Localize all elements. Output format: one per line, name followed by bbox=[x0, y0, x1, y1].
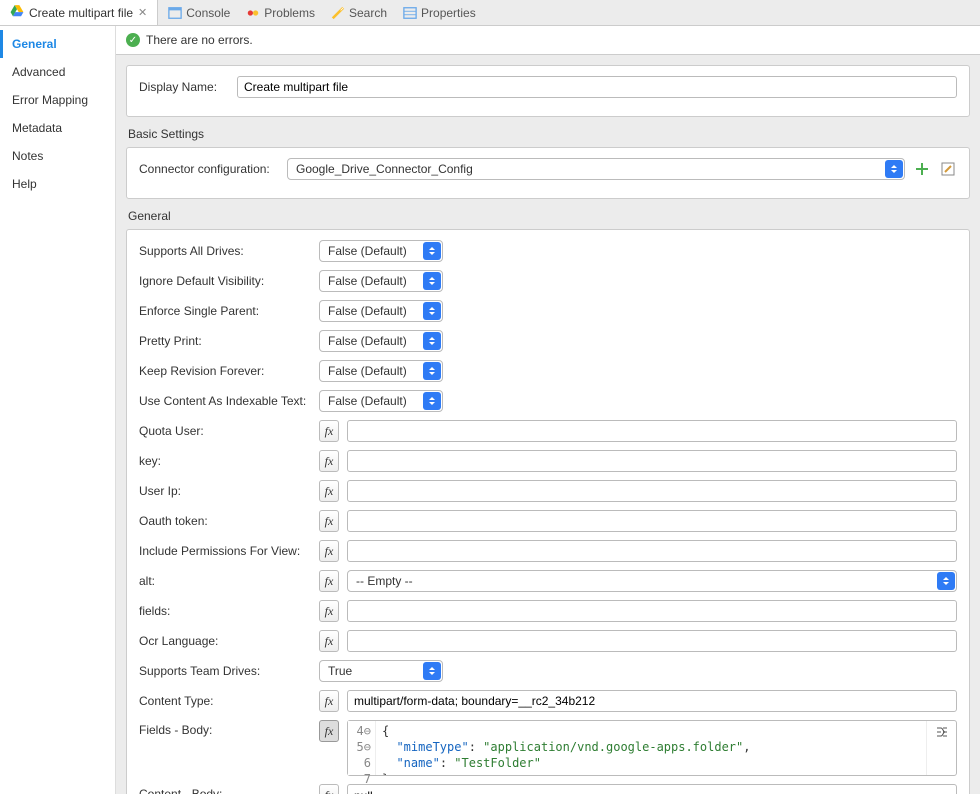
quota-user-input[interactable] bbox=[347, 420, 957, 442]
display-name-label: Display Name: bbox=[139, 80, 229, 94]
sidebar-item-error-mapping[interactable]: Error Mapping bbox=[0, 86, 115, 114]
general-heading: General bbox=[128, 209, 980, 223]
chevron-updown-icon bbox=[423, 392, 441, 410]
include-permissions-for-view-label: Include Permissions For View: bbox=[139, 544, 311, 558]
chevron-updown-icon bbox=[423, 362, 441, 380]
supports-team-drives-label: Supports Team Drives: bbox=[139, 664, 311, 678]
content-type-input[interactable] bbox=[347, 690, 957, 712]
include-permissions-for-view-input[interactable] bbox=[347, 540, 957, 562]
user-ip-input[interactable] bbox=[347, 480, 957, 502]
properties-view-button[interactable]: Properties bbox=[403, 6, 476, 20]
fx-button[interactable]: fx bbox=[319, 570, 339, 592]
content-body-label: Content - Body: bbox=[139, 784, 311, 794]
supports-all-drives-select[interactable]: False (Default) bbox=[319, 240, 443, 262]
supports-team-drives-select[interactable]: True bbox=[319, 660, 443, 682]
fields-body-editor[interactable]: 4⊖5⊖67 { "mimeType": "application/vnd.go… bbox=[347, 720, 957, 776]
ignore-default-visibility-label: Ignore Default Visibility: bbox=[139, 274, 311, 288]
chevron-updown-icon bbox=[423, 332, 441, 350]
code-body[interactable]: { "mimeType": "application/vnd.google-ap… bbox=[376, 721, 926, 775]
supports-all-drives-label: Supports All Drives: bbox=[139, 244, 311, 258]
quota-user-label: Quota User: bbox=[139, 424, 311, 438]
chevron-updown-icon bbox=[423, 662, 441, 680]
problems-icon bbox=[246, 6, 260, 20]
oauth-token-input[interactable] bbox=[347, 510, 957, 532]
close-icon[interactable]: ✕ bbox=[138, 6, 147, 19]
keep-revision-forever-label: Keep Revision Forever: bbox=[139, 364, 311, 378]
ok-icon: ✓ bbox=[126, 33, 140, 47]
display-name-input[interactable] bbox=[237, 76, 957, 98]
problems-view-button[interactable]: Problems bbox=[246, 6, 315, 20]
tab-bar: Create multipart file ✕ Console Problems… bbox=[0, 0, 980, 26]
use-content-as-indexable-text-label: Use Content As Indexable Text: bbox=[139, 394, 311, 408]
basic-settings-heading: Basic Settings bbox=[128, 127, 980, 141]
chevron-updown-icon bbox=[423, 242, 441, 260]
code-side-toolbar bbox=[926, 721, 956, 775]
properties-icon bbox=[403, 6, 417, 20]
fx-button[interactable]: fx bbox=[319, 480, 339, 502]
fx-button[interactable]: fx bbox=[319, 540, 339, 562]
keep-revision-forever-select[interactable]: False (Default) bbox=[319, 360, 443, 382]
enforce-single-parent-label: Enforce Single Parent: bbox=[139, 304, 311, 318]
view-toolbar: Console Problems Search Properties bbox=[158, 0, 485, 25]
edit-config-button[interactable] bbox=[939, 160, 957, 178]
pretty-print-label: Pretty Print: bbox=[139, 334, 311, 348]
alt-label: alt: bbox=[139, 574, 311, 588]
fx-button[interactable]: fx bbox=[319, 420, 339, 442]
chevron-updown-icon bbox=[885, 160, 903, 178]
status-bar: ✓ There are no errors. bbox=[116, 26, 980, 55]
google-drive-icon bbox=[10, 4, 24, 21]
editor-tab-create-multipart[interactable]: Create multipart file ✕ bbox=[0, 0, 158, 25]
ocr-language-input[interactable] bbox=[347, 630, 957, 652]
enforce-single-parent-select[interactable]: False (Default) bbox=[319, 300, 443, 322]
fx-button[interactable]: fx bbox=[319, 450, 339, 472]
sidebar: General Advanced Error Mapping Metadata … bbox=[0, 26, 116, 794]
fx-button[interactable]: fx bbox=[319, 510, 339, 532]
connector-config-select[interactable]: Google_Drive_Connector_Config bbox=[287, 158, 905, 180]
general-panel: Supports All Drives: False (Default) Igno… bbox=[126, 229, 970, 794]
key-label: key: bbox=[139, 454, 311, 468]
tab-title: Create multipart file bbox=[29, 6, 133, 20]
fx-button[interactable]: fx bbox=[319, 600, 339, 622]
search-view-button[interactable]: Search bbox=[331, 6, 387, 20]
content-body-textarea[interactable] bbox=[347, 784, 957, 794]
console-icon bbox=[168, 6, 182, 20]
add-config-button[interactable] bbox=[913, 160, 931, 178]
fields-input[interactable] bbox=[347, 600, 957, 622]
connector-config-label: Connector configuration: bbox=[139, 162, 279, 176]
user-ip-label: User Ip: bbox=[139, 484, 311, 498]
sidebar-item-help[interactable]: Help bbox=[0, 170, 115, 198]
sidebar-item-notes[interactable]: Notes bbox=[0, 142, 115, 170]
use-content-as-indexable-text-select[interactable]: False (Default) bbox=[319, 390, 443, 412]
code-gutter: 4⊖5⊖67 bbox=[348, 721, 376, 775]
basic-settings-panel: Connector configuration: Google_Drive_Co… bbox=[126, 147, 970, 199]
fx-button[interactable]: fx bbox=[319, 784, 339, 794]
ignore-default-visibility-select[interactable]: False (Default) bbox=[319, 270, 443, 292]
sidebar-item-metadata[interactable]: Metadata bbox=[0, 114, 115, 142]
chevron-updown-icon bbox=[423, 272, 441, 290]
chevron-updown-icon bbox=[937, 572, 955, 590]
fx-button[interactable]: fx bbox=[319, 630, 339, 652]
fields-label: fields: bbox=[139, 604, 311, 618]
fx-button-active[interactable]: fx bbox=[319, 720, 339, 742]
fields-body-label: Fields - Body: bbox=[139, 720, 311, 737]
oauth-token-label: Oauth token: bbox=[139, 514, 311, 528]
key-input[interactable] bbox=[347, 450, 957, 472]
pretty-print-select[interactable]: False (Default) bbox=[319, 330, 443, 352]
ocr-language-label: Ocr Language: bbox=[139, 634, 311, 648]
sidebar-item-advanced[interactable]: Advanced bbox=[0, 58, 115, 86]
content-type-label: Content Type: bbox=[139, 694, 311, 708]
main-content: ✓ There are no errors. Display Name: Bas… bbox=[116, 26, 980, 794]
fx-button[interactable]: fx bbox=[319, 690, 339, 712]
chevron-updown-icon bbox=[423, 302, 441, 320]
console-view-button[interactable]: Console bbox=[168, 6, 230, 20]
map-icon[interactable] bbox=[935, 725, 949, 742]
alt-select[interactable]: -- Empty -- bbox=[347, 570, 957, 592]
search-icon bbox=[331, 6, 345, 20]
sidebar-item-general[interactable]: General bbox=[0, 30, 115, 58]
status-message: There are no errors. bbox=[146, 33, 253, 47]
display-name-panel: Display Name: bbox=[126, 65, 970, 117]
